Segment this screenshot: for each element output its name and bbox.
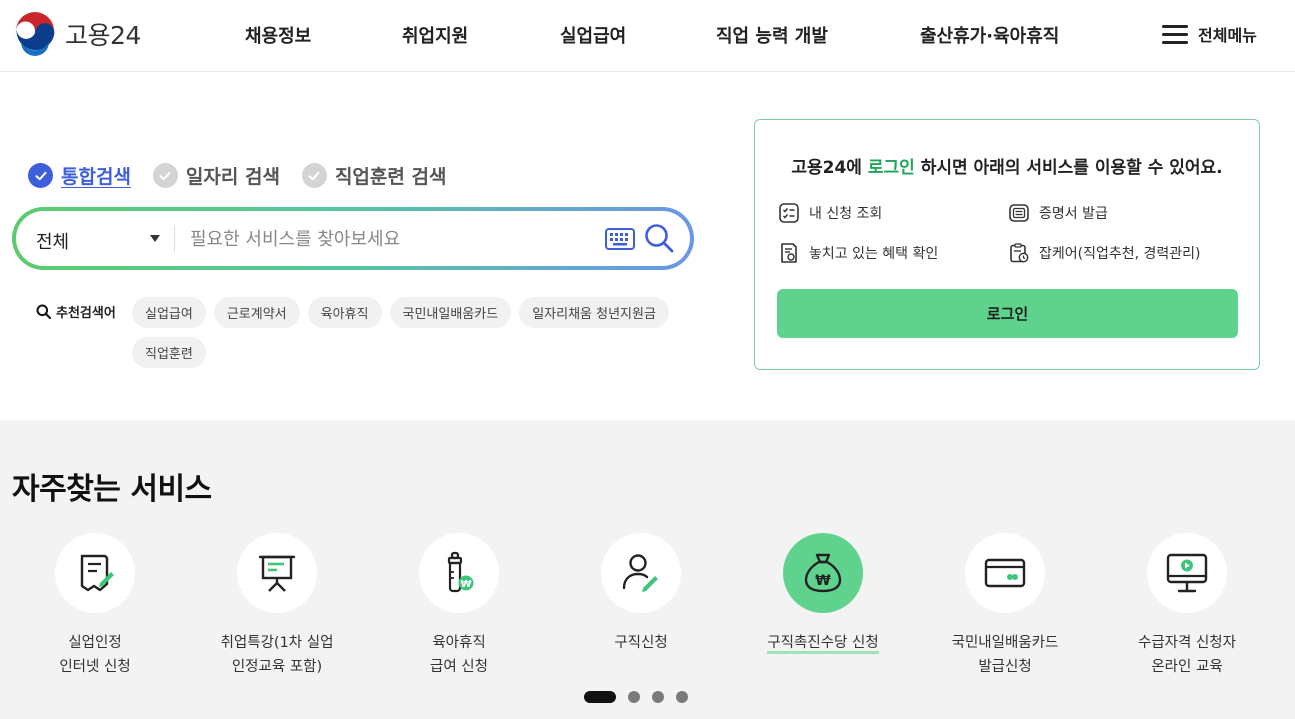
person-pen-icon — [622, 554, 658, 592]
title-prefix: 고용24에 — [791, 158, 868, 178]
service-job-promotion-allowance[interactable]: ₩ 구직촉진수당 신청 — [733, 533, 913, 655]
tab-label: 일자리 검색 — [185, 166, 280, 188]
frequent-services-section: 자주찾는 서비스 실업인정 인터넷 신청 취업특강(1차 실업 인정교육 포함) — [0, 420, 1295, 719]
service-label: 육아휴직 급여 신청 — [430, 635, 488, 675]
search-tabs: 통합검색 일자리 검색 직업훈련 검색 — [28, 162, 468, 189]
check-icon — [152, 163, 178, 188]
keyword-chip[interactable]: 실업급여 — [132, 297, 206, 328]
recommended-label: 추천검색어 — [36, 302, 116, 321]
keyword-chip[interactable]: 육아휴직 — [307, 297, 382, 328]
pager-dot-active[interactable] — [584, 691, 616, 703]
recommended-label-text: 추천검색어 — [56, 306, 116, 321]
service-parental-leave-benefit[interactable]: ₩ 육아휴직 급여 신청 — [369, 533, 549, 679]
login-panel: 고용24에 로그인 하시면 아래의 서비스를 이용할 수 있어요. 내 신청 조… — [754, 119, 1260, 370]
service-label-text: 구직촉진수당 신청 — [767, 635, 879, 654]
service-learning-card[interactable]: 국민내일배움카드 발급신청 — [915, 533, 1095, 679]
login-service-item: 놓치고 있는 혜택 확인 — [778, 242, 938, 264]
divider — [174, 226, 175, 252]
taegeuk-logo-icon — [13, 12, 57, 56]
service-label: 실업인정 인터넷 신청 — [59, 635, 131, 675]
service-label: 수급자격 신청자 온라인 교육 — [1138, 635, 1236, 675]
tab-label: 직업훈련 검색 — [334, 166, 447, 188]
presentation-board-icon — [258, 555, 296, 592]
baby-bottle-won-icon: ₩ — [447, 551, 474, 593]
search-icon — [36, 304, 51, 319]
search-icon[interactable] — [644, 223, 674, 253]
service-label: 국민내일배움카드 발급신청 — [951, 635, 1059, 675]
service-unemployment-recognition[interactable]: 실업인정 인터넷 신청 — [5, 533, 185, 679]
search-scope-select[interactable]: 전체 — [36, 228, 69, 254]
service-label: 구직신청 — [614, 635, 668, 651]
keyword-chip[interactable]: 일자리채움 청년지원금 — [519, 297, 669, 328]
service-employment-lecture[interactable]: 취업특강(1차 실업 인정교육 포함) — [187, 533, 367, 679]
hamburger-icon — [1162, 24, 1190, 44]
pager-dot[interactable] — [652, 691, 664, 703]
nav-item-employment-support[interactable]: 취업지원 — [402, 22, 468, 48]
site-logo-text: 고용24 — [65, 21, 141, 50]
nav-item-jobs[interactable]: 채용정보 — [245, 22, 311, 48]
checklist-icon — [779, 203, 799, 223]
login-panel-title: 고용24에 로그인 하시면 아래의 서비스를 이용할 수 있어요. — [755, 153, 1259, 178]
nav-item-unemployment-benefit[interactable]: 실업급여 — [560, 22, 626, 48]
site-header: 고용24 채용정보 취업지원 실업급여 직업 능력 개발 출산휴가·육아휴직 전… — [0, 0, 1295, 72]
carousel-pager — [584, 691, 688, 703]
service-job-application[interactable]: 구직신청 — [551, 533, 731, 655]
all-menu-button[interactable]: 전체메뉴 — [1162, 22, 1257, 46]
keyword-chip[interactable]: 근로계약서 — [213, 297, 300, 328]
clipboard-clock-icon — [1010, 243, 1029, 263]
check-icon — [28, 163, 53, 188]
monitor-play-icon — [1166, 553, 1208, 593]
title-suffix: 하시면 아래의 서비스를 이용할 수 있어요. — [914, 158, 1223, 178]
tab-integrated-search[interactable]: 통합검색 — [28, 162, 131, 189]
login-button[interactable]: 로그인 — [777, 289, 1238, 338]
svg-text:₩: ₩ — [460, 579, 471, 590]
caret-down-icon[interactable] — [150, 235, 160, 242]
all-menu-label: 전체메뉴 — [1198, 26, 1257, 45]
card-icon — [984, 558, 1026, 588]
nav-item-skills-development[interactable]: 직업 능력 개발 — [716, 22, 828, 48]
keyboard-icon[interactable] — [605, 228, 635, 250]
keyword-chips: 실업급여 근로계약서 육아휴직 국민내일배움카드 일자리채움 청년지원금 직업훈… — [132, 297, 692, 377]
money-bag-icon: ₩ — [804, 553, 842, 593]
tab-training-search[interactable]: 직업훈련 검색 — [301, 162, 447, 189]
pager-dot[interactable] — [676, 691, 688, 703]
section-title: 자주찾는 서비스 — [12, 472, 212, 507]
keyword-chip[interactable]: 국민내일배움카드 — [389, 297, 512, 328]
keyword-chip[interactable]: 직업훈련 — [132, 337, 206, 368]
certificate-icon — [1009, 204, 1029, 222]
nav-item-maternity-parental-leave[interactable]: 출산휴가·육아휴직 — [920, 22, 1059, 48]
pager-dot[interactable] — [628, 691, 640, 703]
svg-text:₩: ₩ — [815, 573, 831, 589]
document-pen-icon — [80, 554, 114, 592]
service-label: 증명서 발급 — [1039, 206, 1108, 222]
service-online-education[interactable]: 수급자격 신청자 온라인 교육 — [1097, 533, 1277, 679]
search-input[interactable] — [190, 223, 590, 255]
service-label: 취업특강(1차 실업 인정교육 포함) — [220, 635, 334, 675]
login-service-item: 내 신청 조회 — [778, 202, 882, 224]
search-box: 전체 — [12, 207, 694, 270]
check-icon — [301, 163, 327, 188]
tab-label: 통합검색 — [61, 166, 131, 188]
site-logo[interactable]: 고용24 — [13, 12, 141, 56]
service-label: 놓치고 있는 혜택 확인 — [809, 246, 939, 262]
service-label: 내 신청 조회 — [809, 206, 883, 222]
tab-job-search[interactable]: 일자리 검색 — [152, 162, 280, 189]
login-service-item: 잡케어(직업추천, 경력관리) — [1008, 242, 1201, 264]
service-label: 구직촉진수당 신청 — [733, 631, 913, 655]
title-highlight: 로그인 — [867, 158, 915, 178]
document-search-icon — [781, 243, 797, 263]
service-label: 잡케어(직업추천, 경력관리) — [1039, 246, 1201, 262]
login-service-item: 증명서 발급 — [1008, 202, 1108, 224]
